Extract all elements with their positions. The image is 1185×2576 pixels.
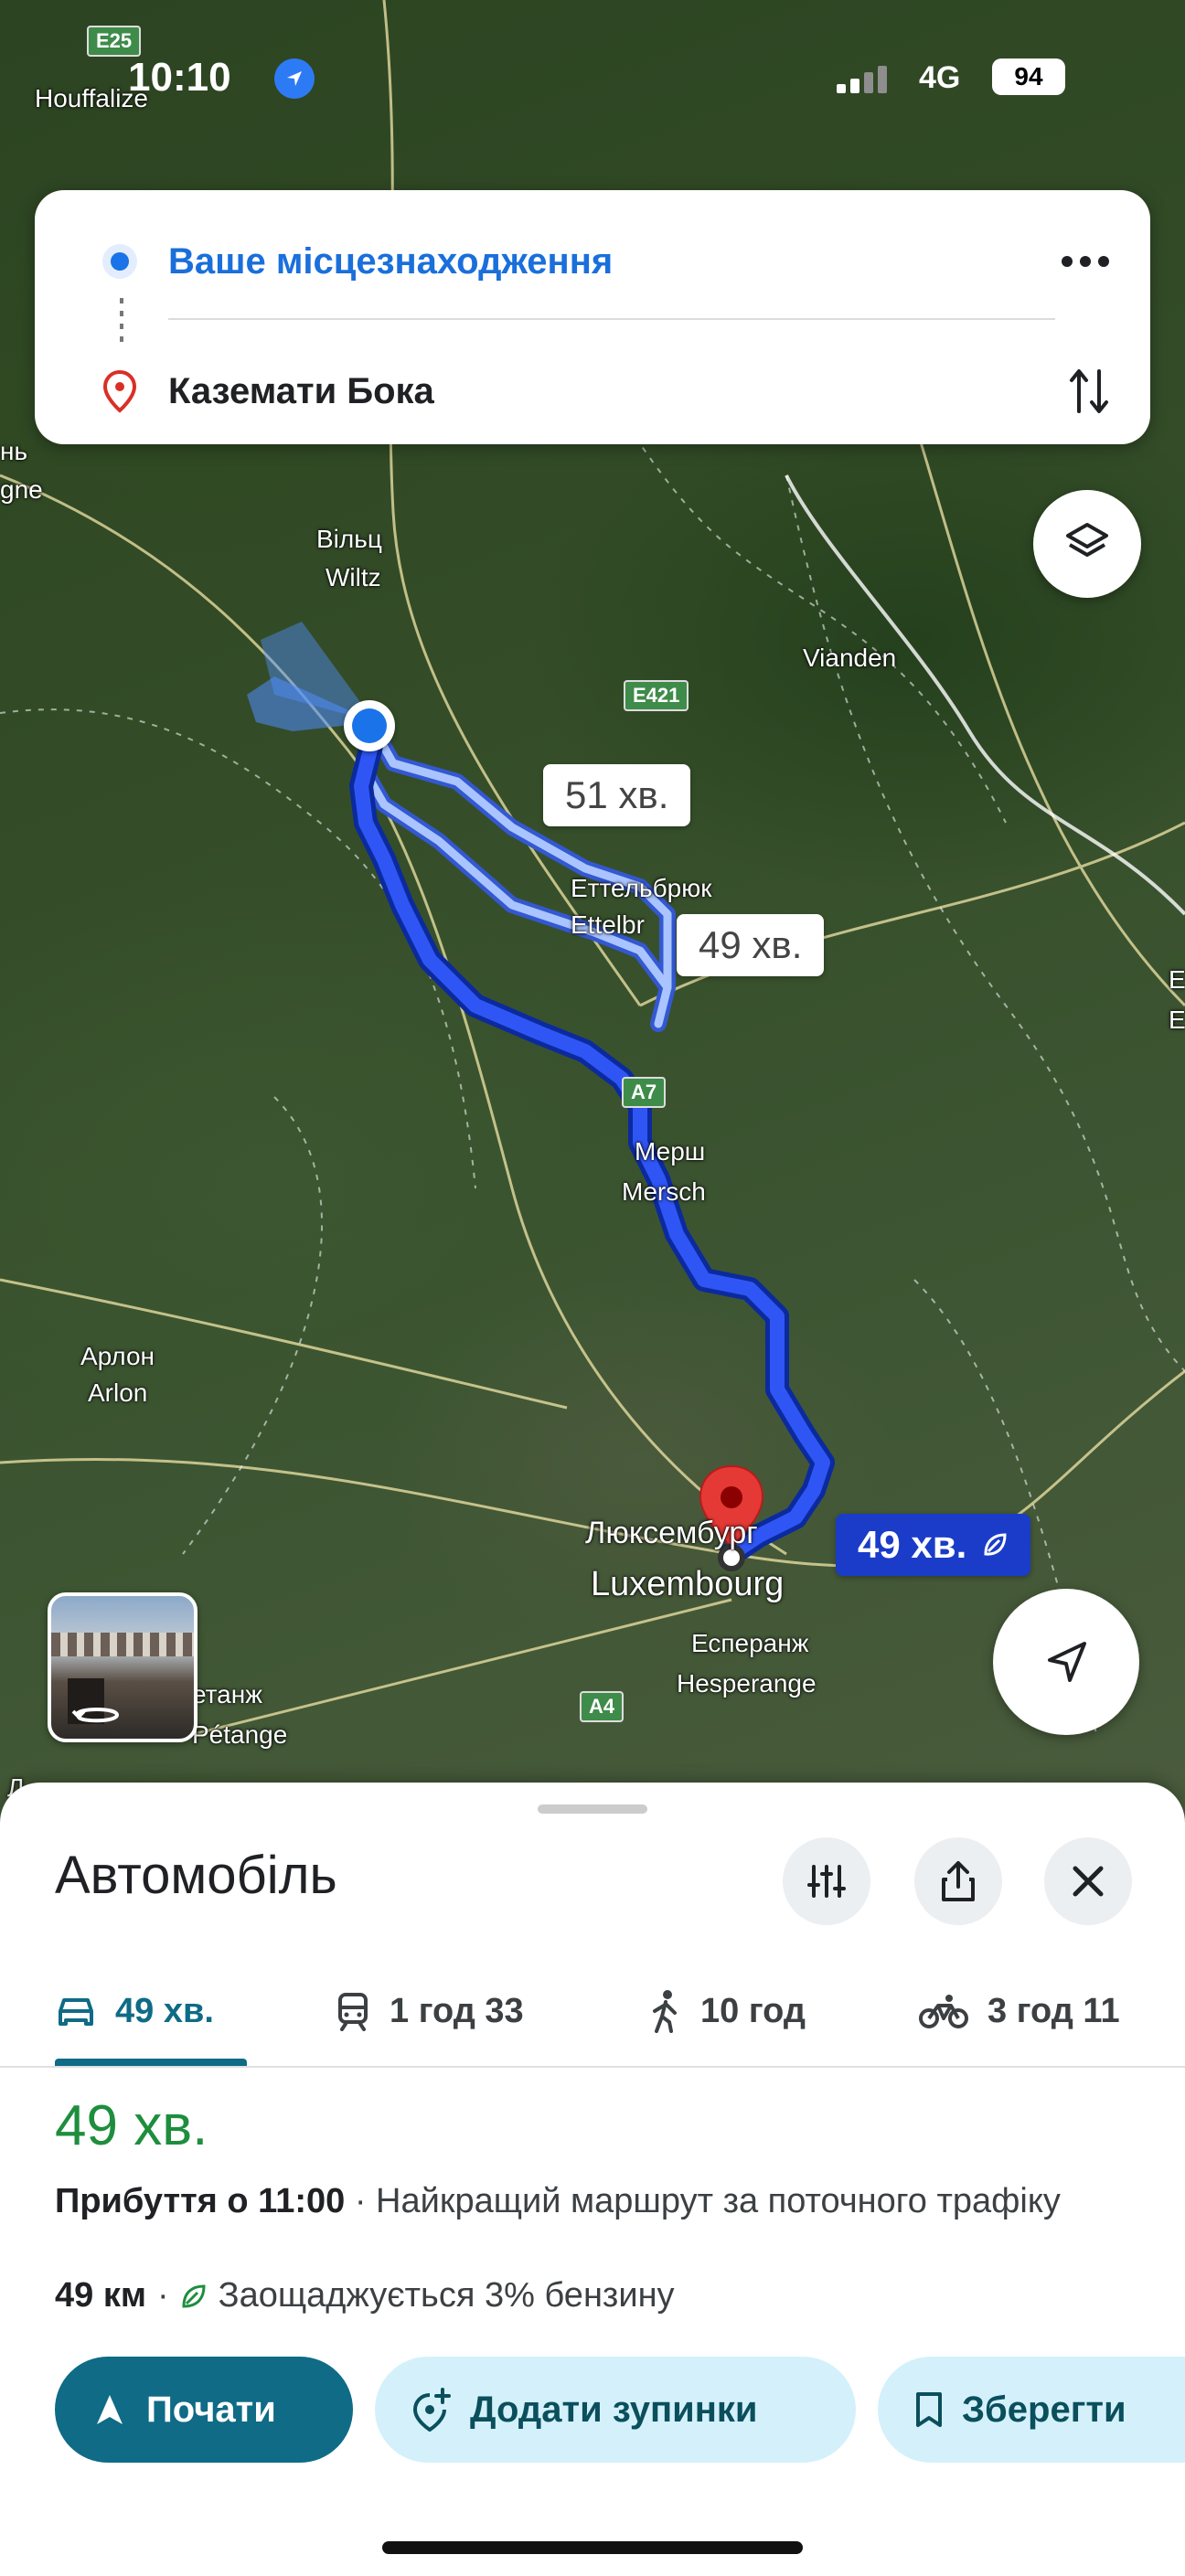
navigation-start-icon bbox=[97, 2395, 123, 2424]
more-options-icon[interactable] bbox=[1061, 255, 1110, 268]
alt-route-2-time[interactable]: 49 хв. bbox=[677, 914, 825, 976]
tab-walk[interactable]: 10 год bbox=[649, 1984, 806, 2038]
map-label-hesperange-cyr: Есперанж bbox=[691, 1629, 809, 1657]
alt-route-1-time[interactable]: 51 хв. bbox=[543, 764, 691, 826]
route-distance: 49 км bbox=[55, 2276, 146, 2315]
tune-sliders-icon bbox=[807, 1865, 846, 1898]
distance-info: 49 км · Заощаджується 3% бензину bbox=[55, 2276, 675, 2315]
tab-bike-label: 3 год 11 bbox=[988, 1991, 1120, 2030]
street-view-railing bbox=[51, 1633, 194, 1656]
highway-e25-label: E25 bbox=[87, 26, 142, 57]
tab-transit-label: 1 год 33 bbox=[390, 1991, 524, 2030]
map-label-right-e2: E bbox=[1169, 1006, 1185, 1034]
map-label-luxembourg-cyr: Люксембург bbox=[585, 1516, 758, 1550]
status-time: 10:10 bbox=[128, 55, 231, 100]
sheet-title: Автомобіль bbox=[55, 1846, 337, 1905]
add-stops-button[interactable]: Додати зупинки bbox=[375, 2357, 856, 2463]
swap-direction-icon[interactable] bbox=[1068, 366, 1110, 417]
share-button[interactable] bbox=[914, 1837, 1002, 1925]
map-label-ettelbruck-cyr: Еттельбрюк bbox=[571, 874, 712, 902]
directions-route-box: Ваше місцезнаходження Каземати Бока bbox=[35, 190, 1150, 444]
add-stop-pin-icon bbox=[412, 2388, 451, 2432]
start-button-label: Почати bbox=[146, 2389, 276, 2430]
bookmark-icon bbox=[916, 2392, 942, 2427]
map-label-vianden: Vianden bbox=[803, 644, 897, 672]
map-label-petange: Pétange bbox=[192, 1720, 288, 1749]
current-location-dot[interactable] bbox=[344, 700, 395, 751]
tab-bike[interactable]: 3 год 11 bbox=[918, 1984, 1120, 2038]
map-label-hesperange: Hesperange bbox=[677, 1669, 817, 1698]
distance-separator: · bbox=[156, 2276, 169, 2315]
start-navigation-button[interactable]: Почати bbox=[55, 2357, 353, 2463]
arrival-info: Прибуття о 11:00 · Найкращий маршрут за … bbox=[55, 2176, 1143, 2227]
save-button[interactable]: Зберегти bbox=[878, 2357, 1185, 2463]
street-view-thumbnail[interactable] bbox=[48, 1592, 198, 1742]
selected-route-time-label: 49 хв. bbox=[858, 1523, 967, 1566]
add-stops-label: Додати зупинки bbox=[470, 2389, 758, 2430]
recenter-button[interactable] bbox=[993, 1589, 1139, 1735]
map-label-left2: gne bbox=[0, 475, 43, 504]
route-divider bbox=[168, 318, 1055, 320]
eco-leaf-small-icon bbox=[182, 2283, 206, 2308]
origin-field[interactable]: Ваше місцезнаходження bbox=[168, 241, 613, 282]
tab-walk-label: 10 год bbox=[700, 1991, 806, 2030]
layers-icon bbox=[1066, 523, 1108, 557]
route-duration: 49 хв. bbox=[55, 2094, 208, 2157]
destination-pin-small-icon bbox=[102, 369, 137, 413]
battery-level: 94 bbox=[992, 59, 1065, 95]
map-label-arlon-cyr: Арлон bbox=[80, 1342, 155, 1370]
status-bar: 10:10 4G 94 bbox=[0, 55, 1185, 110]
map-label-luxembourg: Luxembourg bbox=[591, 1565, 785, 1603]
map-label-right-e1: E bbox=[1169, 965, 1185, 994]
location-services-icon bbox=[274, 59, 315, 99]
highway-a4-label: A4 bbox=[580, 1691, 625, 1722]
highway-e421-label: E421 bbox=[624, 680, 689, 711]
tab-transit[interactable]: 1 год 33 bbox=[335, 1984, 524, 2038]
active-tab-indicator bbox=[55, 2059, 247, 2066]
navigation-arrow-icon bbox=[1048, 1642, 1086, 1682]
origin-dot-icon bbox=[102, 244, 137, 279]
map-label-mersch-cyr: Мерш bbox=[635, 1137, 706, 1166]
bike-icon bbox=[919, 1995, 968, 2028]
travel-mode-tabs: 49 хв. 1 год 33 10 год 3 год 11 bbox=[0, 1965, 1185, 2068]
close-icon bbox=[1073, 1866, 1104, 1897]
arrival-note: · Найкращий маршрут за поточного трафіку bbox=[345, 2182, 1061, 2220]
cellular-signal-icon bbox=[837, 66, 887, 93]
origin-row[interactable]: Ваше місцезнаходження bbox=[35, 225, 1150, 298]
eco-leaf-icon bbox=[984, 1533, 1007, 1556]
sheet-drag-handle[interactable] bbox=[538, 1804, 647, 1814]
map-label-wiltz: Wiltz bbox=[326, 563, 381, 591]
train-icon bbox=[338, 1993, 368, 2031]
tab-car-label: 49 хв. bbox=[115, 1991, 214, 2030]
arrival-time: Прибуття о 11:00 bbox=[55, 2182, 346, 2220]
map-label-left1: нь bbox=[0, 437, 28, 465]
map-label-arlon: Arlon bbox=[88, 1378, 148, 1407]
route-connector-dots bbox=[120, 298, 123, 344]
destination-field[interactable]: Каземати Бока bbox=[168, 371, 434, 412]
tab-car[interactable]: 49 хв. bbox=[55, 1984, 214, 2038]
map-label-petange-cyr: етанж bbox=[192, 1680, 262, 1708]
map-label-ettelbruck: Ettelbr bbox=[571, 910, 645, 939]
save-label: Зберегти bbox=[962, 2389, 1126, 2430]
highway-a7-label: A7 bbox=[622, 1077, 667, 1108]
fuel-savings-note: Заощаджується 3% бензину bbox=[218, 2276, 675, 2315]
map-label-mersch: Mersch bbox=[622, 1177, 706, 1206]
route-options-button[interactable] bbox=[783, 1837, 870, 1925]
rotate-360-icon bbox=[71, 1708, 120, 1723]
directions-sheet: Автомобіль 49 хв. 1 год 33 10 год 3 год … bbox=[0, 1783, 1185, 2576]
selected-route-time[interactable]: 49 хв. bbox=[836, 1514, 1031, 1576]
destination-row[interactable]: Каземати Бока bbox=[35, 355, 1150, 428]
share-icon bbox=[942, 1861, 975, 1901]
car-icon bbox=[59, 1998, 93, 2026]
walk-icon bbox=[653, 1990, 677, 2033]
map-label-viltz-cyr: Вільц bbox=[316, 525, 382, 553]
layers-button[interactable] bbox=[1033, 490, 1141, 598]
network-type: 4G bbox=[919, 60, 961, 95]
close-button[interactable] bbox=[1044, 1837, 1132, 1925]
home-indicator[interactable] bbox=[382, 2541, 803, 2554]
